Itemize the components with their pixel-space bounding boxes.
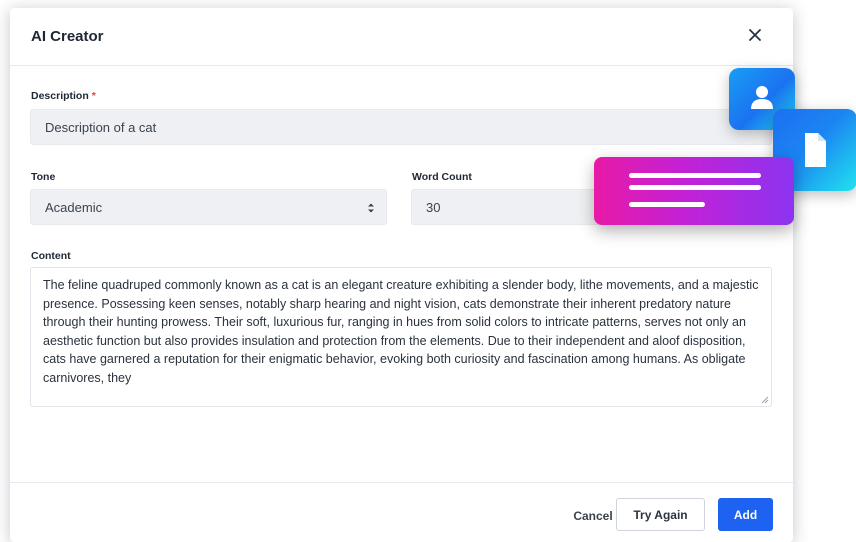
tone-select[interactable]: Academic bbox=[30, 189, 387, 225]
text-line bbox=[629, 185, 761, 190]
dialog-title: AI Creator bbox=[31, 28, 104, 45]
description-label-text: Description bbox=[31, 90, 89, 102]
select-arrows-icon bbox=[368, 203, 374, 213]
try-again-button[interactable]: Try Again bbox=[616, 498, 705, 531]
tone-label: Tone bbox=[31, 171, 56, 183]
description-label: Description * bbox=[31, 90, 96, 102]
description-input-value: Description of a cat bbox=[45, 119, 157, 135]
close-icon bbox=[749, 29, 761, 41]
tone-select-value: Academic bbox=[45, 199, 103, 215]
content-text: The feline quadruped commonly known as a… bbox=[43, 278, 759, 385]
required-mark: * bbox=[91, 90, 96, 102]
word-count-label: Word Count bbox=[412, 171, 472, 183]
content-textarea[interactable]: The feline quadruped commonly known as a… bbox=[30, 267, 772, 407]
content-label: Content bbox=[31, 250, 71, 262]
text-lines-icon bbox=[594, 157, 794, 225]
word-count-value: 30 bbox=[426, 199, 441, 215]
resize-handle-icon[interactable] bbox=[761, 396, 769, 404]
close-button[interactable] bbox=[743, 23, 767, 47]
ai-creator-dialog: AI Creator Description * Description of a… bbox=[10, 8, 793, 542]
text-line bbox=[629, 202, 705, 207]
text-line bbox=[629, 173, 761, 178]
add-button[interactable]: Add bbox=[718, 498, 773, 531]
dialog-header: AI Creator bbox=[10, 8, 793, 66]
description-input[interactable]: Description of a cat bbox=[30, 109, 772, 145]
